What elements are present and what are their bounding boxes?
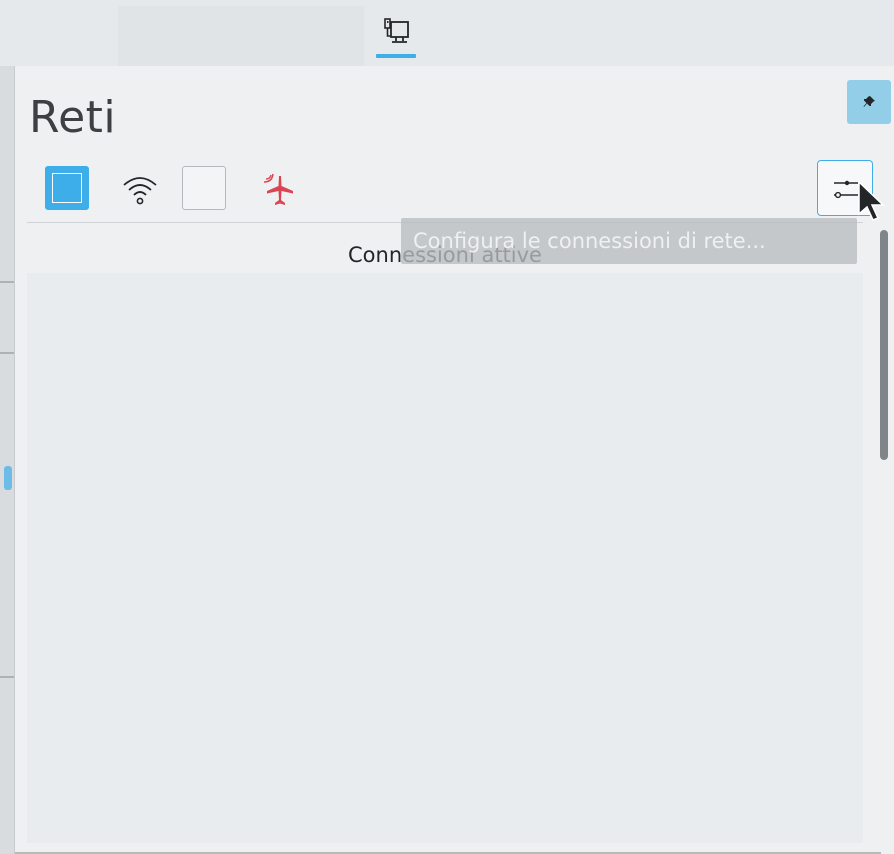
network-popup: Reti Connessioni attive [14,66,894,854]
active-tab-indicator [376,54,416,58]
mouse-cursor-icon [858,180,885,221]
airplane-mode-icon[interactable] [259,170,299,210]
network-tray-button[interactable] [376,14,416,58]
tooltip-text: Configura le connessioni di rete... [413,229,766,253]
background-window-edge [0,66,14,854]
wifi-icon [123,177,157,205]
tooltip: Configura le connessioni di rete... [401,218,857,264]
list-scrollbar[interactable] [877,230,891,846]
pin-icon [863,96,875,107]
wifi-toggle-icon[interactable] [182,166,226,210]
pin-button[interactable] [847,80,891,124]
sliders-icon [834,180,858,199]
scrollbar-thumb[interactable] [880,230,888,460]
system-tray-bar [0,0,894,78]
connection-list: Connessioni attive [27,222,863,843]
network-wired-icon [384,18,409,43]
wired-toggle-icon[interactable] [45,166,89,210]
page-title: Reti [29,92,117,143]
